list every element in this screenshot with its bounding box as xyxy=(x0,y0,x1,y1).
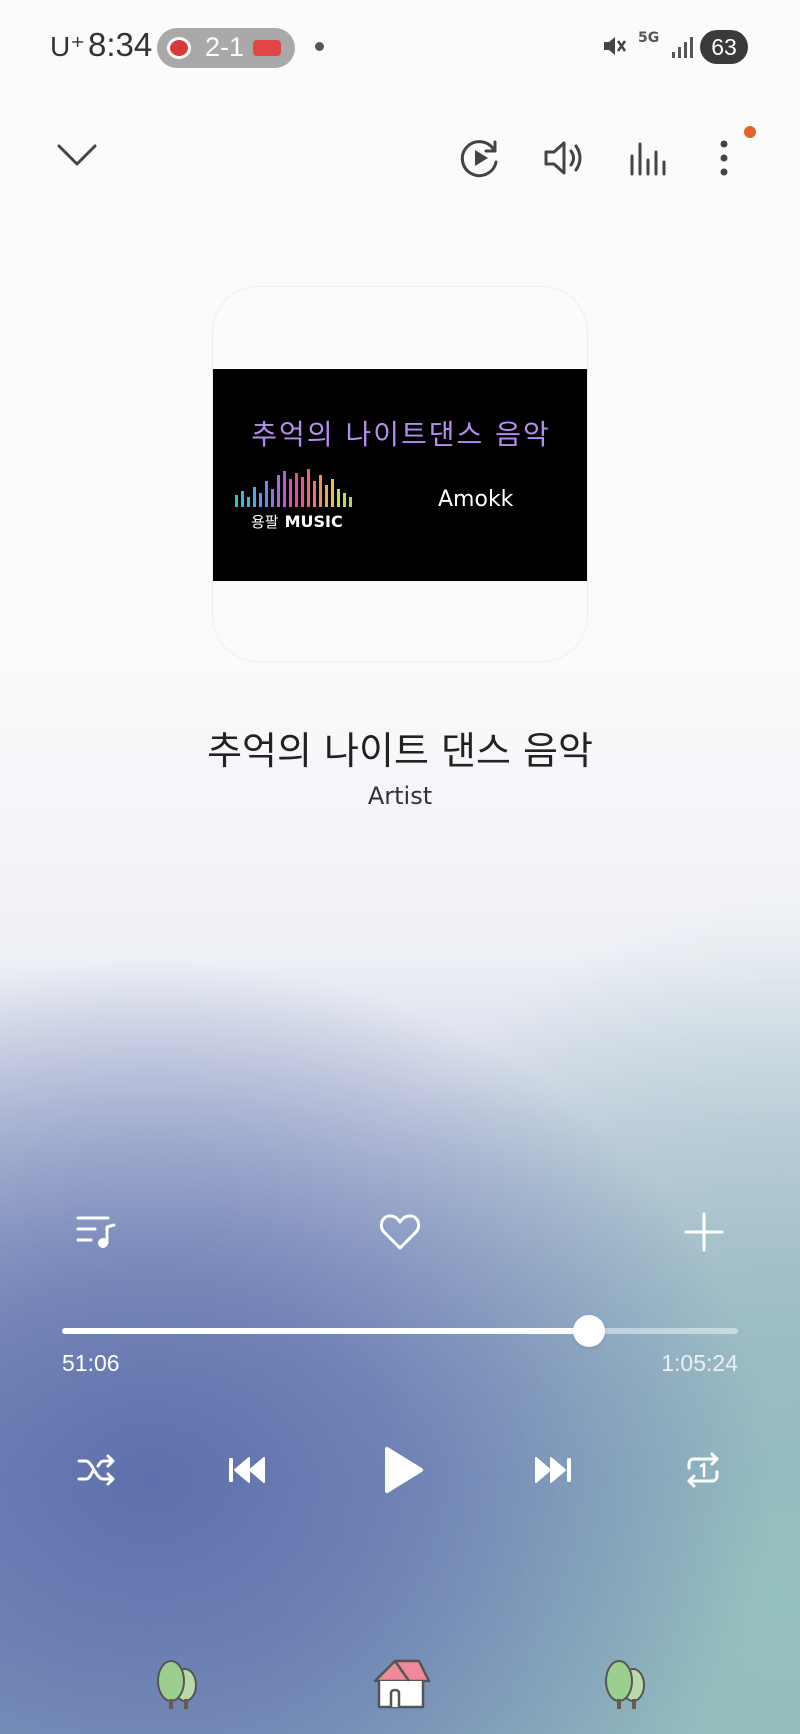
album-art-title: 추억의 나이트댄스 음악 xyxy=(251,418,551,451)
repeat-one-icon xyxy=(687,1452,719,1488)
track-title: 추억의 나이트 댄스 음악 xyxy=(207,729,593,773)
update-badge-icon xyxy=(744,126,756,138)
volume-button[interactable] xyxy=(536,130,592,186)
repeat-button[interactable] xyxy=(668,1435,738,1505)
total-time: 1:05:24 xyxy=(661,1350,738,1376)
skip-previous-icon xyxy=(229,1457,265,1483)
signal-icon xyxy=(670,34,696,64)
heart-icon xyxy=(379,1214,421,1250)
favorite-button[interactable] xyxy=(370,1202,430,1262)
battery-level: 63 xyxy=(700,30,748,64)
live-score-badge: 2-1 xyxy=(157,28,295,68)
more-vert-icon xyxy=(720,140,728,176)
track-artist[interactable]: Artist xyxy=(0,782,800,810)
seek-bar-progress xyxy=(62,1328,590,1334)
skip-next-icon xyxy=(535,1457,571,1483)
play-rotate-icon xyxy=(460,140,498,178)
more-options-button[interactable] xyxy=(700,130,748,186)
status-bar: U⁺ 8:34 2-1 5G 63 xyxy=(0,0,800,96)
seek-bar-thumb[interactable] xyxy=(573,1315,606,1347)
mute-icon xyxy=(600,32,628,64)
live-score: 2-1 xyxy=(205,32,245,62)
tree-icon xyxy=(157,1660,197,1709)
album-brand-music: MUSIC xyxy=(284,512,343,531)
shuffle-button[interactable] xyxy=(62,1435,132,1505)
equalizer-icon xyxy=(630,142,666,176)
play-button[interactable] xyxy=(365,1432,441,1508)
nav-recent-apps-button[interactable] xyxy=(144,1648,214,1718)
next-button[interactable] xyxy=(518,1435,588,1505)
seek-bar[interactable] xyxy=(62,1315,738,1347)
smart-view-button[interactable] xyxy=(452,130,508,186)
album-brand-kr: 용팔 xyxy=(251,513,279,531)
album-brand: 용팔 MUSIC xyxy=(251,511,343,532)
status-time: 8:34 xyxy=(88,26,153,63)
chevron-down-icon xyxy=(57,144,97,166)
network-type: 5G xyxy=(638,30,660,46)
notification-dot-icon xyxy=(315,42,324,51)
nav-back-button[interactable] xyxy=(592,1648,662,1718)
collapse-button[interactable] xyxy=(50,128,104,182)
nav-home-button[interactable] xyxy=(366,1648,436,1718)
team-logo-icon xyxy=(167,37,191,59)
carrier-label: U⁺ xyxy=(50,31,85,62)
team-logo-icon xyxy=(253,40,281,56)
album-art-artist: Amokk xyxy=(438,487,514,512)
album-art: 추억의 나이트댄스 음악 용팔 MUSIC Amokk xyxy=(212,286,588,662)
add-to-playlist-button[interactable] xyxy=(674,1202,734,1262)
volume-icon xyxy=(544,141,582,175)
playlist-icon xyxy=(76,1216,116,1248)
plus-icon xyxy=(684,1212,724,1252)
equalizer-button[interactable] xyxy=(620,130,676,186)
album-cover-image: 추억의 나이트댄스 음악 용팔 MUSIC Amokk xyxy=(213,369,587,581)
equalizer-bars-icon xyxy=(235,469,352,507)
queue-button[interactable] xyxy=(66,1202,126,1262)
previous-button[interactable] xyxy=(212,1435,282,1505)
play-icon xyxy=(385,1447,423,1493)
current-time: 51:06 xyxy=(62,1350,120,1376)
house-icon xyxy=(373,1659,431,1709)
shuffle-icon xyxy=(77,1454,115,1486)
tree-icon xyxy=(605,1660,645,1709)
